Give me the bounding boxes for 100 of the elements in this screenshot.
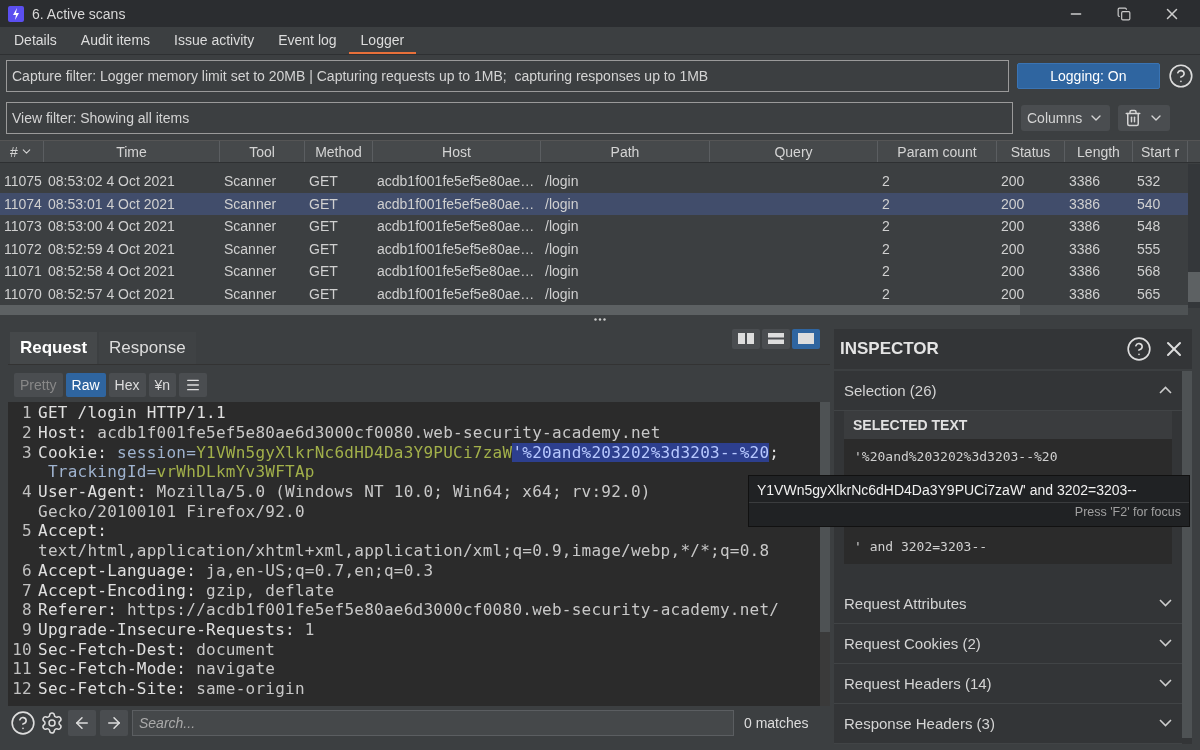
column-header[interactable]: Status xyxy=(997,141,1065,163)
tab[interactable]: Event log xyxy=(266,27,349,54)
vertical-scrollbar[interactable] xyxy=(1188,164,1200,309)
message-tab[interactable]: Request xyxy=(10,332,98,364)
column-header[interactable]: Method xyxy=(305,141,373,163)
help-icon[interactable] xyxy=(10,710,36,736)
columns-button[interactable]: Columns xyxy=(1021,104,1111,131)
table-cell-text: GET xyxy=(308,217,339,237)
line-number: 2 xyxy=(21,423,32,442)
table-row[interactable]: 11073 08:53:00 4 Oct 2021 Scanner GET acdb1f001fe5ef5e80ae… /login 2 200 3386 548 xyxy=(0,215,1188,238)
table-cell-text: 200 xyxy=(1000,194,1026,214)
layout-button[interactable] xyxy=(762,329,790,349)
help-icon[interactable] xyxy=(1126,336,1152,362)
code-line: Accept-Encoding: gzip, deflate xyxy=(38,580,335,600)
table-cell-text: Scanner xyxy=(223,194,278,214)
view-filter-field[interactable]: View filter: Showing all items xyxy=(6,101,1013,134)
line-number: 7 xyxy=(21,580,32,600)
arrow-right-icon xyxy=(105,714,123,732)
horizontal-scrollbar[interactable] xyxy=(0,305,1188,316)
app-logo-icon xyxy=(8,5,24,22)
capture-filter-field[interactable]: Capture filter: Logger memory limit set to 20MB | Capturing requests up to 1MB; capturing responses up to 1MB xyxy=(6,60,1009,93)
table-cell-text: 548 xyxy=(1136,217,1162,237)
inspector-section-header[interactable]: Request Attributes xyxy=(834,584,1182,624)
table-cell-text: 08:53:00 4 Oct 2021 xyxy=(47,217,176,237)
clear-button[interactable] xyxy=(1118,104,1171,131)
column-header[interactable]: Query xyxy=(710,141,878,163)
rows-layout-icon xyxy=(768,333,784,345)
inspector-section-header[interactable]: Selection (26) xyxy=(834,371,1182,411)
chevron-down-icon xyxy=(1159,719,1172,728)
help-icon[interactable] xyxy=(1168,63,1194,90)
restore-icon[interactable] xyxy=(1117,6,1131,21)
table-cell-text: GET xyxy=(308,262,339,282)
columns-layout-icon xyxy=(738,333,754,345)
line-number: 5 xyxy=(21,521,32,541)
match-count: 0 matches xyxy=(744,715,809,731)
column-header[interactable]: Host xyxy=(373,141,541,163)
table-cell-text: GET xyxy=(308,172,339,192)
logging-button[interactable]: Logging: On xyxy=(1016,63,1161,90)
table-cell-text: 568 xyxy=(1136,262,1162,282)
format-button[interactable]: Hex xyxy=(108,373,146,397)
table-cell-text: 2 xyxy=(881,262,891,282)
code-line: Accept-Language: ja,en-US;q=0.7,en;q=0.3 xyxy=(38,560,434,580)
code-line: Accept: xyxy=(38,521,108,541)
tab[interactable]: Logger xyxy=(348,27,417,54)
table-cell-text: 2 xyxy=(881,284,891,304)
table-cell-text: 11075 xyxy=(3,172,43,192)
table-cell-text: 2 xyxy=(881,217,891,237)
column-header[interactable]: Param count xyxy=(878,141,997,163)
column-header[interactable]: Tool xyxy=(220,141,305,163)
inspector-section-header[interactable]: Request Cookies (2) xyxy=(834,624,1182,664)
column-header[interactable]: Path xyxy=(541,141,710,163)
table-cell-text: 08:52:58 4 Oct 2021 xyxy=(47,262,176,282)
line-number: 12 xyxy=(11,678,32,698)
inspector-section-header[interactable]: Response Headers (3) xyxy=(834,704,1182,744)
format-button[interactable]: Raw xyxy=(65,373,106,397)
tab[interactable]: Details xyxy=(2,27,69,54)
layout-button[interactable] xyxy=(732,329,760,349)
back-button[interactable] xyxy=(68,710,96,736)
table-cell-text: /login xyxy=(544,172,580,192)
table-cell-text: 200 xyxy=(1000,284,1026,304)
forward-button[interactable] xyxy=(100,710,128,736)
table-cell-text: Scanner xyxy=(223,172,278,192)
trash-icon xyxy=(1124,108,1143,127)
table-cell-text: 3386 xyxy=(1068,172,1102,192)
table-cell-text: Scanner xyxy=(223,284,278,304)
code-line: TrackingId=vrWhDLkmYv3WFTAp xyxy=(46,462,315,482)
settings-icon[interactable] xyxy=(40,711,64,735)
table-cell-text: 2 xyxy=(881,194,891,214)
layout-button[interactable] xyxy=(792,329,820,349)
table-cell-text: acdb1f001fe5ef5e80ae… xyxy=(376,194,536,214)
tab[interactable]: Audit items xyxy=(68,27,163,54)
inspector-section-header[interactable]: Request Headers (14) xyxy=(834,664,1182,704)
table-row[interactable]: 11072 08:52:59 4 Oct 2021 Scanner GET acdb1f001fe5ef5e80ae… /login 2 200 3386 555 xyxy=(0,237,1188,261)
chevron-down-icon xyxy=(1159,679,1172,688)
column-header[interactable]: Time xyxy=(44,141,220,163)
line-number: 1 xyxy=(21,403,32,423)
table-cell-text: 11073 xyxy=(3,217,43,237)
selected-text-heading: SELECTED TEXT xyxy=(852,416,969,435)
table-row[interactable]: 11075 08:53:02 4 Oct 2021 Scanner GET acdb1f001fe5ef5e80ae… /login 2 200 3386 532 xyxy=(0,170,1188,193)
table-cell-text: acdb1f001fe5ef5e80ae… xyxy=(376,217,536,237)
code-line: Sec-Fetch-Dest: document xyxy=(38,639,276,659)
table-cell-text: 3386 xyxy=(1068,239,1102,259)
splitter-grip-icon[interactable] xyxy=(594,317,606,321)
menu-button[interactable] xyxy=(179,373,208,397)
table-cell-text: 3386 xyxy=(1068,194,1102,214)
table-cell-text: 555 xyxy=(1136,239,1162,259)
search-field[interactable]: Search... xyxy=(132,710,734,736)
format-button[interactable]: ¥n xyxy=(148,373,177,397)
table-row[interactable]: 11074 08:53:01 4 Oct 2021 Scanner GET acdb1f001fe5ef5e80ae… /login 2 200 3386 540 xyxy=(0,192,1188,216)
column-header[interactable]: Start r xyxy=(1133,141,1188,163)
table-cell-text: /login xyxy=(544,239,580,259)
line-number: 9 xyxy=(21,619,32,639)
line-number: 6 xyxy=(21,560,32,580)
tab[interactable]: Issue activity xyxy=(162,27,267,54)
column-header[interactable]: # xyxy=(0,141,44,163)
table-row[interactable]: 11070 08:52:57 4 Oct 2021 Scanner GET acdb1f001fe5ef5e80ae… /login 2 200 3386 565 xyxy=(0,282,1188,306)
table-row[interactable]: 11071 08:52:58 4 Oct 2021 Scanner GET acdb1f001fe5ef5e80ae… /login 2 200 3386 568 xyxy=(0,260,1188,283)
chevron-up-icon xyxy=(1159,386,1172,395)
table-cell-text: acdb1f001fe5ef5e80ae… xyxy=(376,172,536,192)
column-header[interactable]: Length xyxy=(1065,141,1133,163)
